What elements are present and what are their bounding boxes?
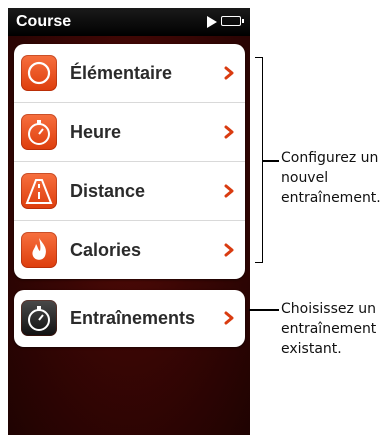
menu-item-basic[interactable]: Élémentaire [14, 44, 245, 102]
stopwatch-icon [21, 300, 57, 336]
workouts-list: Entraînements [14, 290, 245, 347]
road-icon [21, 173, 57, 209]
screen-title: Course [16, 13, 72, 30]
stopwatch-icon [21, 114, 57, 150]
chevron-right-icon [224, 243, 234, 257]
play-icon [207, 16, 217, 28]
menu-item-label: Calories [70, 240, 142, 260]
chevron-right-icon [224, 311, 234, 325]
callout-leader-line [262, 160, 279, 162]
menu-item-label: Heure [70, 122, 122, 142]
chevron-right-icon [224, 184, 234, 198]
workout-type-list: Élémentaire Heure Distance Calories [14, 44, 245, 279]
chevron-right-icon [224, 125, 234, 139]
menu-item-label: Entraînements [70, 308, 196, 328]
callout-leader-line [249, 309, 279, 311]
flame-icon [21, 232, 57, 268]
status-bar: Course [8, 8, 250, 36]
menu-item-workouts[interactable]: Entraînements [14, 290, 245, 347]
callout-existing-workout: Choisissez un entraînement existant. [281, 301, 377, 357]
chevron-right-icon [224, 66, 234, 80]
menu-item-label: Élémentaire [70, 63, 173, 83]
menu-item-time[interactable]: Heure [14, 102, 245, 161]
battery-icon [221, 16, 244, 26]
callout-new-workout: Configurez un nouvel entraînement. [281, 150, 381, 206]
ipod-screen: Course Élémentaire Heure Distance Calori… [8, 8, 250, 435]
menu-item-label: Distance [70, 181, 146, 201]
menu-item-calories[interactable]: Calories [14, 220, 245, 279]
basic-circle-icon [21, 55, 57, 91]
menu-item-distance[interactable]: Distance [14, 161, 245, 220]
